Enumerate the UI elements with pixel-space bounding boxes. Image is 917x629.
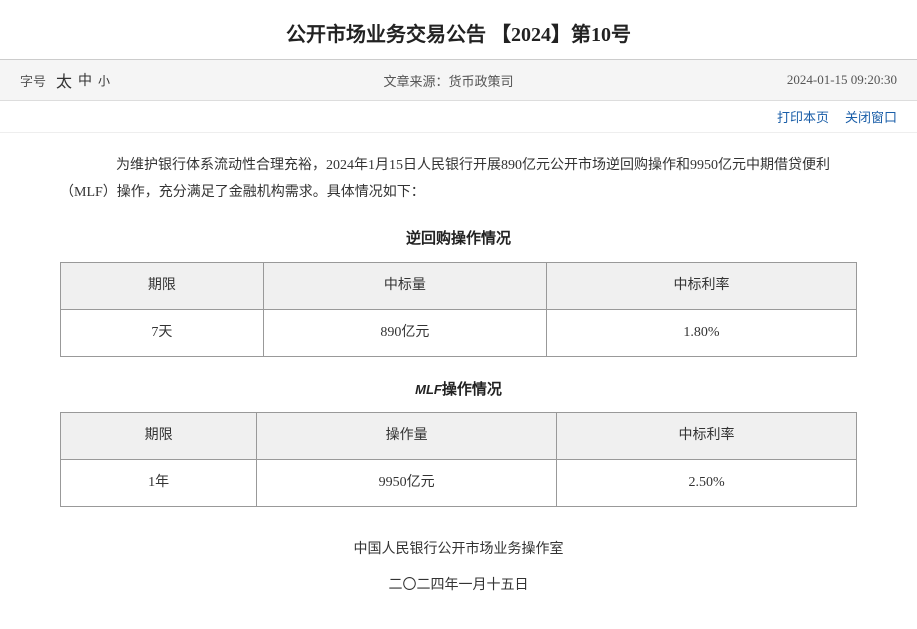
font-size-controls: 字号 太 中 小 — [20, 68, 110, 92]
rr-header-col1: 期限 — [61, 262, 264, 309]
mlf-table: 期限 操作量 中标利率 1年 9950亿元 2.50% — [60, 412, 857, 507]
page-header: 公开市场业务交易公告 【2024】第10号 — [0, 0, 917, 60]
font-size-label: 字号 — [20, 71, 46, 90]
table-row: 7天 890亿元 1.80% — [61, 309, 857, 356]
source-name: 货币政策司 — [448, 74, 513, 89]
print-link[interactable]: 打印本页 — [777, 107, 829, 126]
mlf-header-col1: 期限 — [61, 413, 257, 460]
action-links: 打印本页 关闭窗口 — [0, 101, 917, 133]
rr-row1-col2: 890亿元 — [263, 309, 546, 356]
mlf-row1-col2: 9950亿元 — [257, 460, 557, 507]
footer-date: 二〇二四年一月十五日 — [60, 573, 857, 599]
reverse-repo-table: 期限 中标量 中标利率 7天 890亿元 1.80% — [60, 262, 857, 357]
source-info: 文章来源：货币政策司 — [383, 71, 513, 90]
datetime: 2024-01-15 09:20:30 — [787, 72, 897, 88]
mlf-title-prefix: MLF — [415, 382, 442, 397]
rr-header-col2: 中标量 — [263, 262, 546, 309]
mlf-row1-col3: 2.50% — [557, 460, 857, 507]
mlf-header-row: 期限 操作量 中标利率 — [61, 413, 857, 460]
mlf-header-col3: 中标利率 — [557, 413, 857, 460]
table-row: 1年 9950亿元 2.50% — [61, 460, 857, 507]
source-label: 文章来源： — [383, 74, 448, 89]
rr-row1-col3: 1.80% — [547, 309, 857, 356]
intro-paragraph: 为维护银行体系流动性合理充裕，2024年1月15日人民银行开展890亿元公开市场… — [60, 153, 857, 206]
font-small-button[interactable]: 小 — [98, 72, 110, 89]
font-large-button[interactable]: 太 — [56, 68, 72, 92]
mlf-header-col2: 操作量 — [257, 413, 557, 460]
mlf-row1-col1: 1年 — [61, 460, 257, 507]
font-mid-button[interactable]: 中 — [78, 70, 92, 90]
main-content: 为维护银行体系流动性合理充裕，2024年1月15日人民银行开展890亿元公开市场… — [0, 133, 917, 629]
rr-row1-col1: 7天 — [61, 309, 264, 356]
reverse-repo-title: 逆回购操作情况 — [60, 226, 857, 254]
rr-header-col3: 中标利率 — [547, 262, 857, 309]
mlf-title-suffix: 操作情况 — [442, 382, 502, 398]
close-link[interactable]: 关闭窗口 — [845, 107, 897, 126]
reverse-repo-header-row: 期限 中标量 中标利率 — [61, 262, 857, 309]
footer-org: 中国人民银行公开市场业务操作室 — [60, 537, 857, 563]
page-title: 公开市场业务交易公告 【2024】第10号 — [0, 18, 917, 47]
mlf-title: MLF操作情况 — [60, 377, 857, 405]
toolbar: 字号 太 中 小 文章来源：货币政策司 2024-01-15 09:20:30 — [0, 60, 917, 101]
